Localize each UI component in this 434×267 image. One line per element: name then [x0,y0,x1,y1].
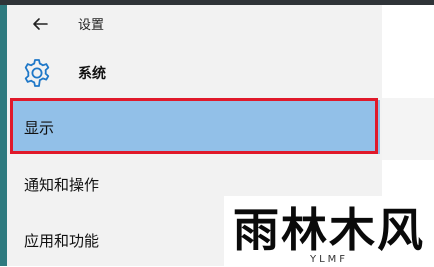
nav-item-label: 通知和操作 [24,175,100,194]
nav-item-label: 应用和功能 [24,231,100,250]
back-arrow-icon[interactable] [30,14,50,34]
settings-title: 设置 [78,18,105,33]
nav-item-label: 显示 [24,118,55,137]
content-pane-band [382,98,434,160]
window-left-edge [0,0,7,266]
gear-icon [24,59,50,87]
watermark-main: 雨林木风 [233,203,425,257]
watermark-sub: YLMF [309,254,348,265]
section-title: 系统 [78,66,106,82]
nav-item-display[interactable]: 显示 [10,100,380,154]
watermark-logo: 雨林木风 YLMF [224,196,434,266]
